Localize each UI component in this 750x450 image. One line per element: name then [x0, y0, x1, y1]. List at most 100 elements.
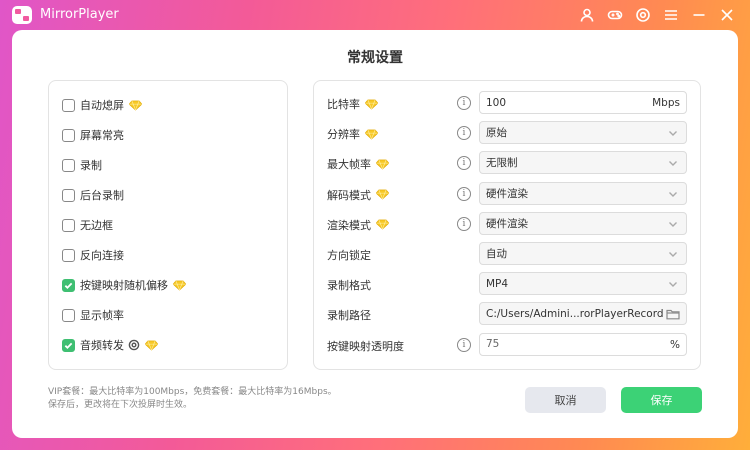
vip-diamond-icon: [364, 129, 379, 140]
option-checkbox[interactable]: [62, 188, 75, 202]
option-row[interactable]: 显示帧率: [62, 307, 124, 323]
info-icon[interactable]: i: [457, 156, 471, 171]
option-row[interactable]: 按键映射随机偏移: [62, 277, 187, 293]
option-checkbox[interactable]: [62, 338, 75, 352]
setting-select[interactable]: 硬件渲染: [479, 181, 687, 205]
setting-value: C:/Users/Admini...rorPlayerRecord: [486, 307, 664, 320]
option-label: 音频转发: [80, 339, 124, 352]
option-row[interactable]: 音频转发: [62, 337, 159, 353]
setting-row: 最大帧率 i 无限制: [314, 151, 702, 175]
option-checkbox[interactable]: [62, 308, 75, 322]
setting-row: 录制格式 MP4: [314, 272, 702, 296]
setting-select[interactable]: 原始: [479, 121, 687, 145]
option-checkbox[interactable]: [62, 278, 75, 292]
setting-label-text: 录制格式: [327, 279, 371, 293]
setting-select[interactable]: 自动: [479, 242, 687, 265]
option-checkbox[interactable]: [62, 128, 75, 142]
menu-icon[interactable]: [662, 6, 680, 24]
setting-row: 比特率 i 100 Mbps: [314, 91, 702, 115]
setting-row: 解码模式 i 硬件渲染: [314, 181, 702, 206]
chevron-down-icon: [668, 158, 678, 168]
close-icon[interactable]: [718, 6, 736, 24]
setting-value: 硬件渲染: [486, 217, 528, 230]
setting-select[interactable]: 无限制: [479, 151, 687, 175]
setting-input[interactable]: 75%: [479, 332, 687, 356]
cancel-button[interactable]: 取消: [525, 387, 606, 413]
option-row[interactable]: 反向连接: [62, 247, 124, 263]
setting-label-text: 分辨率: [327, 128, 360, 142]
settings-dialog: 常规设置 自动熄屏 屏幕常亮 录制 后台录制 无边框 反向连接 按键映射随机偏移 显示帧率 音频…: [12, 30, 738, 438]
gear-icon[interactable]: [128, 339, 140, 351]
setting-input[interactable]: 100 Mbps: [479, 91, 687, 114]
setting-value: 硬件渲染: [486, 187, 528, 200]
option-label: 录制: [80, 159, 102, 172]
option-label: 后台录制: [80, 189, 124, 202]
settings-icon[interactable]: [634, 6, 652, 24]
chevron-down-icon: [668, 128, 678, 138]
setting-value: 自动: [486, 248, 507, 260]
setting-label-text: 比特率: [327, 98, 360, 111]
setting-row: 渲染模式 i 硬件渲染: [314, 211, 702, 236]
setting-row: 按键映射透明度 i 75%: [314, 332, 702, 357]
setting-label: 比特率: [327, 96, 379, 112]
unit-suffix: %: [670, 338, 680, 351]
app-logo-icon: [12, 6, 32, 24]
vip-diamond-icon: [128, 100, 143, 111]
setting-label-text: 渲染模式: [327, 218, 371, 232]
setting-label-text: 按键映射透明度: [327, 339, 404, 353]
setting-label-text: 方向锁定: [327, 249, 371, 262]
option-label: 反向连接: [80, 249, 124, 262]
minimize-icon[interactable]: [690, 6, 708, 24]
option-label: 自动熄屏: [80, 99, 124, 112]
option-row[interactable]: 录制: [62, 157, 102, 173]
option-label: 屏幕常亮: [80, 129, 124, 142]
option-row[interactable]: 无边框: [62, 217, 113, 233]
setting-label: 解码模式: [327, 187, 390, 203]
option-checkbox[interactable]: [62, 158, 75, 172]
setting-select[interactable]: MP4: [479, 272, 687, 296]
info-icon[interactable]: i: [457, 216, 471, 231]
option-checkbox[interactable]: [62, 98, 75, 112]
setting-value: 原始: [486, 127, 507, 140]
save-button[interactable]: 保存: [621, 387, 702, 413]
option-label: 无边框: [80, 219, 113, 232]
option-row[interactable]: 后台录制: [62, 187, 124, 203]
title-bar: MirrorPlayer: [0, 0, 750, 30]
info-icon[interactable]: i: [457, 96, 471, 110]
settings-panel: 比特率 i 100 Mbps 分辨率 i 原始 最大帧率 i 无限制 解码模式 i 硬件渲染 渲染模式 i 硬…: [313, 80, 701, 370]
option-row[interactable]: 自动熄屏: [62, 97, 143, 113]
setting-value: 100: [486, 96, 507, 109]
path-field[interactable]: C:/Users/Admini...rorPlayerRecord: [479, 302, 687, 326]
gamepad-icon[interactable]: [606, 6, 624, 24]
options-panel: 自动熄屏屏幕常亮录制后台录制无边框反向连接按键映射随机偏移显示帧率音频转发: [48, 80, 288, 370]
setting-label-text: 最大帧率: [327, 158, 371, 172]
info-icon[interactable]: i: [457, 126, 471, 141]
option-row[interactable]: 屏幕常亮: [62, 127, 124, 143]
setting-row: 录制路径 C:/Users/Admini...rorPlayerRecord: [314, 302, 702, 326]
info-icon[interactable]: i: [457, 186, 471, 201]
setting-value: 75: [486, 338, 500, 351]
chevron-down-icon: [668, 219, 678, 229]
setting-label: 渲染模式: [327, 217, 390, 233]
info-icon[interactable]: i: [457, 337, 471, 352]
setting-label: 最大帧率: [327, 156, 390, 172]
setting-value: MP4: [486, 277, 509, 290]
setting-value: 无限制: [486, 157, 518, 170]
setting-select[interactable]: 硬件渲染: [479, 211, 687, 235]
setting-label: 分辨率: [327, 126, 379, 142]
footer-note-line2: 保存后，更改将在下次投屏时生效。: [48, 400, 193, 410]
setting-label: 按键映射透明度: [327, 338, 404, 354]
vip-diamond-icon: [144, 340, 159, 351]
setting-label: 录制路径: [327, 307, 371, 323]
setting-label: 方向锁定: [327, 247, 371, 263]
vip-diamond-icon: [375, 189, 390, 200]
vip-diamond-icon: [375, 219, 390, 230]
vip-diamond-icon: [172, 280, 187, 291]
option-checkbox[interactable]: [62, 218, 75, 232]
option-label: 按键映射随机偏移: [80, 279, 168, 292]
unit-suffix: Mbps: [652, 97, 680, 109]
user-icon[interactable]: [578, 6, 596, 24]
setting-label-text: 解码模式: [327, 188, 371, 202]
option-checkbox[interactable]: [62, 248, 75, 262]
folder-icon[interactable]: [666, 308, 680, 320]
